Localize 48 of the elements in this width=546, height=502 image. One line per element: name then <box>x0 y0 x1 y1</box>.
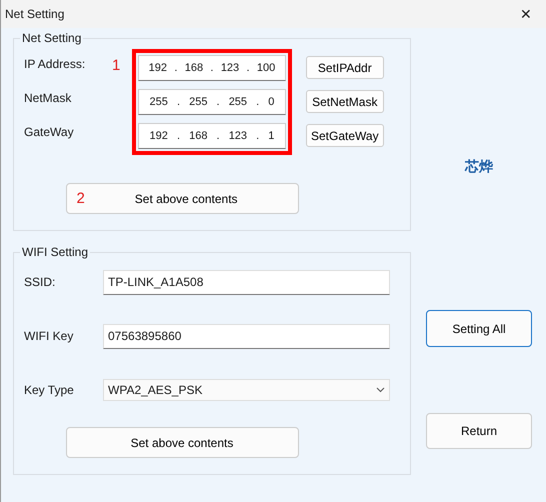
logo: 芯烨 <box>465 158 493 176</box>
ip-address-field[interactable]: 255 . 255 . 255 . 0 <box>138 89 286 115</box>
field-label: WIFI Key <box>24 329 74 343</box>
field-label: GateWay <box>24 125 75 139</box>
octet-text: 168 <box>184 62 204 74</box>
octet-text: 192 <box>148 62 168 74</box>
octet-text: 1 <box>268 130 274 142</box>
octet-text: 123 <box>228 130 248 142</box>
group-title: WIFI Setting <box>20 245 90 259</box>
octet-text: 100 <box>256 62 276 74</box>
octet-text: 192 <box>150 130 168 142</box>
field-label: NetMask <box>24 91 72 105</box>
field-label: SSID: <box>24 275 56 289</box>
octet-text: 0 <box>268 96 274 108</box>
window-title: Net Setting <box>5 7 64 21</box>
text-field[interactable]: 07563895860 <box>103 324 390 348</box>
chevron-down-icon <box>376 387 385 393</box>
set-button[interactable]: SetNetMask <box>306 90 384 113</box>
ip-address-field[interactable]: 192 . 168 . 123 . 1 <box>138 123 286 149</box>
octet-text: 255 <box>189 96 208 108</box>
octet-text: 255 <box>228 96 248 108</box>
apply-button[interactable]: 2 Set above contents <box>66 183 298 214</box>
text-field[interactable]: TP-LINK_A1A508 <box>103 270 390 294</box>
ip-address-field[interactable]: 192 . 168 . 123 . 100 <box>138 55 286 81</box>
field-label: IP Address: <box>24 57 86 71</box>
octet-separator: . <box>176 96 180 108</box>
annotation-number: 1 <box>112 57 120 74</box>
group-title: Net Setting <box>20 31 84 45</box>
annotation-number: 2 <box>76 190 85 207</box>
key-type-dropdown[interactable]: WPA2_AES_PSK <box>103 379 390 401</box>
set-button[interactable]: SetIPAddr <box>306 56 384 79</box>
apply-button[interactable]: Set above contents <box>66 427 298 458</box>
dialog-button[interactable]: Setting All <box>426 310 532 347</box>
octet-separator: . <box>174 62 178 74</box>
octet-text: 168 <box>189 130 208 142</box>
octet-text: 255 <box>150 96 168 108</box>
octet-separator: . <box>176 130 180 142</box>
octet-separator: . <box>256 96 260 108</box>
set-button[interactable]: SetGateWay <box>306 124 384 147</box>
close-button[interactable]: ✕ <box>516 6 536 22</box>
octet-text: 123 <box>220 62 240 74</box>
octet-separator: . <box>216 96 220 108</box>
octet-separator: . <box>210 62 214 74</box>
octet-separator: . <box>246 62 250 74</box>
field-label: Key Type <box>24 383 75 397</box>
octet-separator: . <box>256 130 260 142</box>
octet-separator: . <box>216 130 220 142</box>
dialog-button[interactable]: Return <box>426 413 532 449</box>
